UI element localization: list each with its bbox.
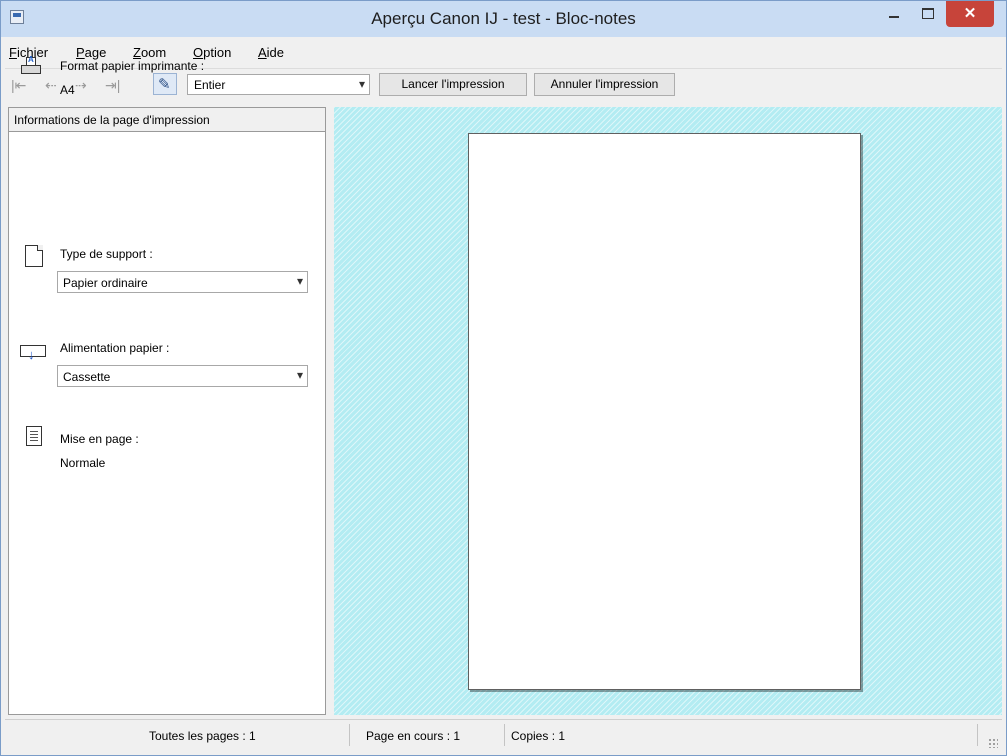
chevron-down-icon: ▾ <box>296 274 303 288</box>
status-divider <box>504 724 505 746</box>
media-type-select[interactable]: Papier ordinaire ▾ <box>57 271 308 293</box>
title-bar[interactable]: Aperçu Canon IJ - test - Bloc-notes ✕ <box>1 1 1006 37</box>
panel-title: Informations de la page d'impression <box>14 113 210 127</box>
start-print-button[interactable]: Lancer l'impression <box>379 73 527 96</box>
resize-grip[interactable] <box>988 738 998 748</box>
paper-source-value: Cassette <box>63 370 111 384</box>
previous-page-icon[interactable]: ⇠ <box>45 77 57 94</box>
status-total-pages: Toutes les pages : 1 <box>149 729 256 743</box>
last-page-icon[interactable]: ⇥| <box>105 77 120 94</box>
status-copies: Copies : 1 <box>511 729 566 743</box>
page-options-icon: ✎ <box>158 76 171 93</box>
paper-source-label: Alimentation papier : <box>60 341 170 355</box>
zoom-select-value: Entier <box>194 78 226 92</box>
printer-paper-size-value: A4 <box>60 83 75 97</box>
page-options-button[interactable]: ✎ <box>153 73 177 95</box>
print-preview-area[interactable] <box>334 107 1002 715</box>
chevron-down-icon: ▾ <box>358 77 365 91</box>
panel-header: Informations de la page d'impression <box>9 108 325 132</box>
chevron-down-icon: ▾ <box>296 368 303 382</box>
status-divider <box>349 724 350 746</box>
preview-page[interactable] <box>468 133 861 690</box>
menu-zoom[interactable]: Zoom <box>133 45 166 60</box>
media-sheet-icon <box>25 245 43 267</box>
layout-icon <box>26 426 42 446</box>
printer-paper-icon <box>21 55 41 77</box>
paper-source-select[interactable]: Cassette ▾ <box>57 365 308 387</box>
menu-page[interactable]: Page <box>76 45 106 60</box>
status-divider <box>977 724 978 746</box>
layout-label: Mise en page : <box>60 432 139 446</box>
zoom-select[interactable]: Entier ▾ <box>187 74 370 95</box>
media-type-value: Papier ordinaire <box>63 276 148 290</box>
menu-option[interactable]: Option <box>193 45 231 60</box>
next-page-icon[interactable]: ⇢ <box>75 77 87 94</box>
menu-aide[interactable]: Aide <box>258 45 284 60</box>
status-bar: Toutes les pages : 1 Page en cours : 1 C… <box>5 719 1002 752</box>
media-type-label: Type de support : <box>60 247 153 261</box>
minimize-button[interactable] <box>879 1 909 27</box>
preview-window: Aperçu Canon IJ - test - Bloc-notes ✕ Fi… <box>0 0 1007 756</box>
print-info-panel: Informations de la page d'impression <box>8 107 326 715</box>
close-icon: ✕ <box>963 5 977 22</box>
paper-feed-icon: ↓ <box>20 340 46 362</box>
cancel-print-button[interactable]: Annuler l'impression <box>534 73 675 96</box>
printer-paper-size-label: Format papier imprimante : <box>60 59 205 73</box>
window-title: Aperçu Canon IJ - test - Bloc-notes <box>371 9 636 28</box>
first-page-icon[interactable]: |⇤ <box>11 77 26 94</box>
notepad-app-icon[interactable] <box>10 10 24 24</box>
layout-value: Normale <box>60 456 106 470</box>
status-current-page: Page en cours : 1 <box>366 729 461 743</box>
maximize-button[interactable] <box>913 1 943 27</box>
close-button[interactable]: ✕ <box>946 1 994 27</box>
